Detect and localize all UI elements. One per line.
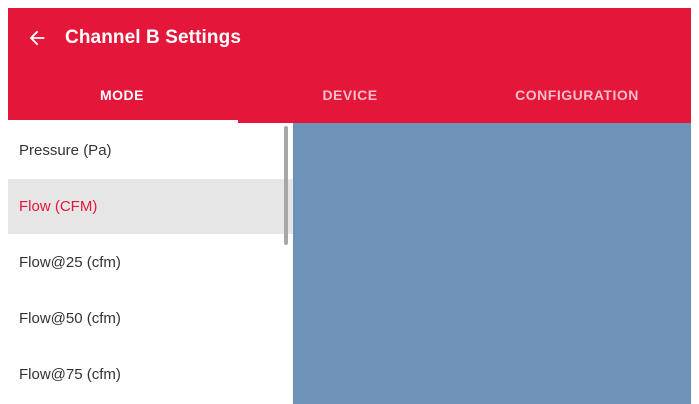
app-window: Channel B Settings MODE DEVICE CONFIGURA… — [8, 8, 691, 404]
page-title: Channel B Settings — [65, 27, 241, 48]
tab-mode[interactable]: MODE — [8, 66, 236, 123]
list-item-flow-75-cfm[interactable]: Flow@75 (cfm) — [8, 347, 293, 402]
list-scrollbar[interactable] — [284, 126, 288, 245]
tab-bar: MODE DEVICE CONFIGURATION — [8, 66, 691, 123]
list-item-flow-cfm[interactable]: Flow (CFM) — [8, 179, 293, 234]
app-bar: Channel B Settings MODE DEVICE CONFIGURA… — [8, 8, 691, 123]
tab-configuration[interactable]: CONFIGURATION — [463, 66, 691, 123]
list-item-flow-50-cfm[interactable]: Flow@50 (cfm) — [8, 291, 293, 346]
content-panel — [293, 123, 691, 404]
mode-list: Pressure (Pa) Flow (CFM) Flow@25 (cfm) F… — [8, 123, 293, 404]
toolbar: Channel B Settings — [8, 8, 691, 66]
arrow-left-icon[interactable] — [26, 27, 48, 49]
list-item-pressure-pa[interactable]: Pressure (Pa) — [8, 123, 293, 178]
tab-device[interactable]: DEVICE — [236, 66, 464, 123]
list-item-flow-25-cfm[interactable]: Flow@25 (cfm) — [8, 235, 293, 290]
